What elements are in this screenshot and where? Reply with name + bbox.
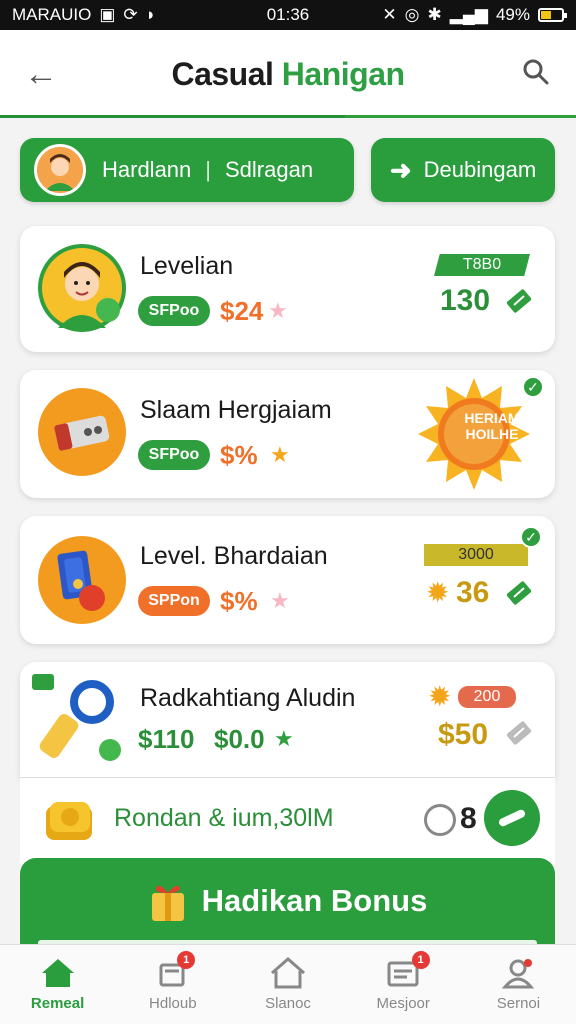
count-ring-icon <box>424 804 456 836</box>
carrier-label: MARAUIO <box>12 5 92 24</box>
level-card-2[interactable]: Slaam Hergjaiam SFPoo $% ★ HERIAM HOILHE… <box>20 370 555 498</box>
nav-label: Hdloub <box>149 995 197 1012</box>
notification-badge: 1 <box>177 951 196 969</box>
price-tag: SFPoo <box>138 296 210 326</box>
player-pill[interactable]: Hardlann | Sdlragan <box>20 138 354 202</box>
signal-icon: ▂▄▆ <box>449 5 488 24</box>
ticket-icon[interactable] <box>504 578 534 608</box>
app-notification-icon: ▣ <box>99 5 116 24</box>
card-amount: $50 <box>438 718 489 751</box>
price-tag: SPPon <box>138 586 210 616</box>
card-badge: 3000 <box>424 544 528 566</box>
page-title: Casual Hanigan <box>171 56 405 92</box>
app-header: ← Casual Hanigan <box>0 30 576 118</box>
alarm-icon: ◎ <box>404 5 420 24</box>
star-icon: ★ <box>270 588 290 613</box>
card-amount: 36 <box>456 576 490 609</box>
star-icon: ★ <box>270 442 290 467</box>
header-underline <box>0 115 345 118</box>
avatar <box>34 144 86 196</box>
nav-item-sernoi[interactable]: Sernoi <box>461 945 576 1024</box>
key-icon <box>39 680 121 761</box>
nav-item-remeal[interactable]: Remeal <box>0 945 115 1024</box>
check-icon: ✓ <box>522 376 544 398</box>
card-amount: 130 <box>440 284 491 317</box>
battery-percent: 49% <box>495 5 530 24</box>
pill-label-2: Sdlragan <box>225 157 314 182</box>
profile-icon <box>502 959 535 989</box>
card-price: $% <box>220 440 258 470</box>
nav-item-mesjoor[interactable]: 1 Mesjoor <box>346 945 461 1024</box>
sync-icon: ⟳ <box>123 5 138 24</box>
sun-icon: ✹ <box>428 681 452 712</box>
card-price: $24 <box>220 296 264 326</box>
go-button[interactable] <box>484 790 540 846</box>
sun-icon: ✹ <box>426 577 450 608</box>
battery-icon <box>538 8 567 22</box>
card-price: $% <box>220 586 258 616</box>
gift-icon <box>151 885 184 921</box>
badge-text: HERIAM HOILHE <box>464 410 520 442</box>
arrow-right-icon: ➜ <box>389 154 412 185</box>
notification-badge: 1 <box>411 951 430 969</box>
deubingam-button[interactable]: ➜ Deubingam <box>371 138 555 202</box>
nav-label: Mesjoor <box>376 995 430 1012</box>
machine-icon <box>38 388 126 476</box>
bluetooth-icon: ✱ <box>427 5 442 24</box>
bonus-row-text: Rondan & ium,30lM <box>114 804 334 832</box>
level-card-3[interactable]: Level. Bhardaian SPPon $% ★ 3000 ✓ ✹ 36 <box>20 516 555 644</box>
card-badge: 200 <box>458 686 516 708</box>
home-icon <box>41 959 74 987</box>
bonus-count: 8 <box>460 802 477 835</box>
check-icon: ✓ <box>520 526 542 548</box>
wifi-icon: ◗ <box>145 5 156 24</box>
nav-item-hdloub[interactable]: 1 Hdloub <box>115 945 230 1024</box>
card-price-2: $0.0 <box>214 724 265 754</box>
treasure-icon <box>38 536 126 624</box>
nav-label: Sernoi <box>496 995 541 1012</box>
bottom-nav: Remeal 1 Hdloub Slanoc 1 Mesjoor Sernoi <box>0 944 576 1024</box>
bonus-row[interactable]: Rondan & ium,30lM 8 <box>20 778 555 864</box>
star-icon: ★ <box>268 298 288 323</box>
house-icon <box>271 957 305 989</box>
character-avatar-icon <box>38 244 126 332</box>
level-card-1[interactable]: Levelian SFPoo $24 ★ T8B0 130 <box>20 226 555 352</box>
card-title: Levelian <box>140 252 234 280</box>
status-bar: MARAUIO ▣ ⟳ ◗ 01:36 ✕ ◎ ✱ ▂▄▆ 49% <box>0 0 576 30</box>
card-badge: T8B0 <box>434 254 530 276</box>
deubingam-label: Deubingam <box>423 157 537 182</box>
search-icon[interactable] <box>522 58 550 86</box>
ticket-icon[interactable] <box>504 718 534 748</box>
price-tag: SFPoo <box>138 440 210 470</box>
nav-item-slanoc[interactable]: Slanoc <box>230 945 345 1024</box>
gold-coin-icon <box>46 802 92 840</box>
card-title: Radkahtiang Aludin <box>140 684 356 712</box>
bonus-button-label: Hadikan Bonus <box>201 883 428 918</box>
bonus-button[interactable]: Hadikan Bonus <box>20 858 555 944</box>
star-icon: ★ <box>274 726 294 751</box>
pill-separator: | <box>205 157 211 182</box>
card-title: Slaam Hergjaiam <box>140 396 332 424</box>
pill-label-1: Hardlann <box>102 157 192 182</box>
ticket-icon[interactable] <box>504 286 534 316</box>
bone-icon <box>497 808 527 828</box>
nav-label: Remeal <box>30 995 85 1012</box>
card-price-1: $110 <box>138 724 195 754</box>
nav-label: Slanoc <box>265 995 311 1012</box>
level-card-4[interactable]: Radkahtiang Aludin $110 $0.0 ★ ✹ 200 $50 <box>20 662 555 778</box>
mute-icon: ✕ <box>382 5 397 24</box>
card-title: Level. Bhardaian <box>140 542 328 570</box>
